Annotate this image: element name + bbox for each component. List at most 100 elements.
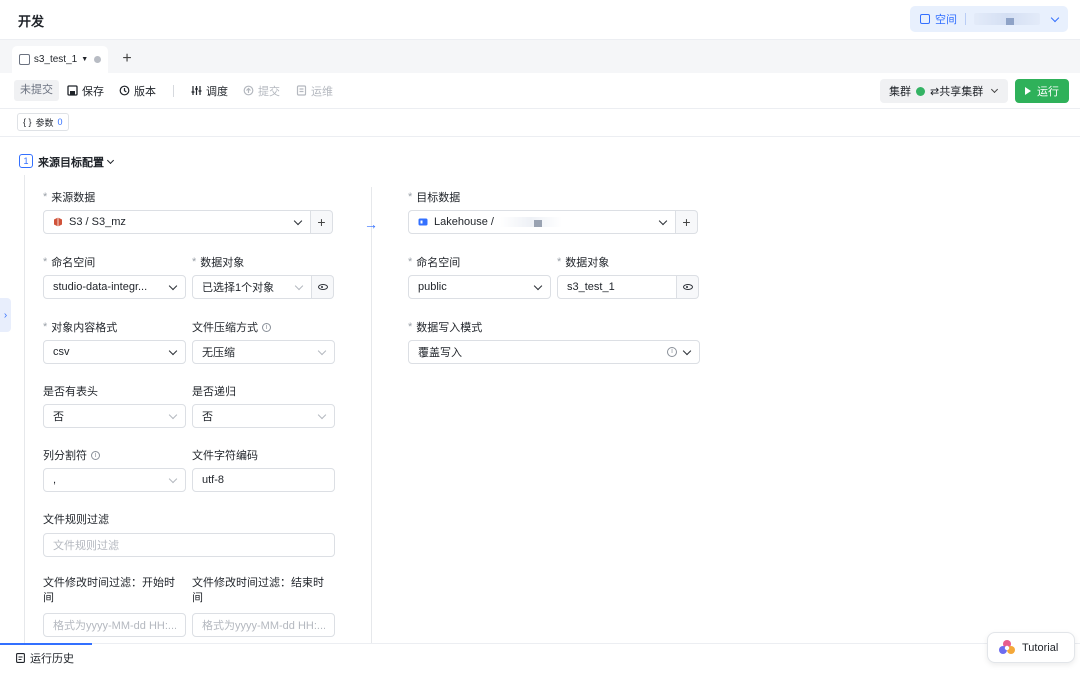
divider <box>965 13 966 25</box>
run-button[interactable]: 运行 <box>1015 79 1069 103</box>
submit-button[interactable]: 提交 <box>243 80 280 101</box>
filter-placeholder: 文件规则过滤 <box>53 540 119 552</box>
lakehouse-icon <box>418 218 428 226</box>
history-icon <box>119 85 130 96</box>
chevron-down-icon <box>317 410 327 419</box>
save-button[interactable]: 保存 <box>67 80 104 101</box>
run-history-tab[interactable]: 运行历史 <box>0 643 92 671</box>
source-namespace-select[interactable]: studio-data-integr... <box>43 275 186 299</box>
compress-value: 无压缩 <box>202 347 235 359</box>
write-mode-value: 覆盖写入 <box>418 347 462 359</box>
target-data-select[interactable]: Lakehouse / <box>408 210 676 234</box>
info-icon: i <box>667 347 677 357</box>
chevron-down-icon <box>682 346 692 355</box>
format-label: * 对象内容格式 <box>43 321 118 334</box>
space-selector[interactable]: 空间 <box>910 6 1068 32</box>
mtime-end-placeholder: 格式为yyyy-MM-dd HH:... <box>202 620 325 632</box>
delimiter-select[interactable]: , <box>43 468 186 492</box>
target-object-input[interactable]: s3_test_1 <box>557 275 677 299</box>
compress-select[interactable]: 无压缩 <box>192 340 335 364</box>
save-icon <box>67 85 78 96</box>
source-data-value: S3 / S3_mz <box>69 216 126 228</box>
tab-label: s3_test_1 <box>33 54 78 65</box>
section-number: 1 <box>19 154 33 168</box>
ops-button[interactable]: 运维 <box>296 80 333 101</box>
chevron-down-icon <box>293 216 303 225</box>
mtime-start-placeholder: 格式为yyyy-MM-dd HH:... <box>53 620 176 632</box>
file-icon <box>19 54 30 65</box>
section-title: 来源目标配置 <box>38 157 104 169</box>
chevron-down-icon <box>168 474 178 483</box>
write-mode-select[interactable]: 覆盖写入 i <box>408 340 700 364</box>
info-icon: i <box>91 450 100 460</box>
schedule-button[interactable]: 调度 <box>191 80 228 101</box>
filter-label: 文件规则过滤 <box>43 514 109 526</box>
source-object-label: * 数据对象 <box>192 256 245 269</box>
column-divider <box>371 187 372 643</box>
add-target-button[interactable]: + <box>676 210 698 234</box>
caret-down-icon[interactable]: ▼ <box>81 56 88 63</box>
encoding-label: 文件字符编码 <box>192 450 258 462</box>
target-namespace-label: * 命名空间 <box>408 256 461 269</box>
chevron-down-icon <box>294 281 304 290</box>
source-data-select[interactable]: S3 / S3_mz <box>43 210 311 234</box>
eye-icon <box>682 284 693 290</box>
chevron-down-icon <box>658 216 668 225</box>
chevron-down-icon <box>168 410 178 419</box>
target-data-value: Lakehouse / <box>434 216 494 228</box>
page-title: 开发 <box>18 14 45 29</box>
space-label: 空间 <box>935 14 957 26</box>
eye-icon <box>317 284 328 290</box>
source-namespace-label: * 命名空间 <box>43 256 96 269</box>
params-count: 0 <box>57 117 63 127</box>
recursive-select[interactable]: 否 <box>192 404 335 428</box>
cluster-value: ⇄共享集群 <box>930 86 984 98</box>
status-ok-icon <box>916 86 925 96</box>
tab-s3-test-1[interactable]: s3_test_1 ▼ <box>12 46 108 73</box>
source-namespace-value: studio-data-integr... <box>53 281 148 293</box>
s3-icon <box>54 217 62 227</box>
chevron-down-icon <box>168 346 178 355</box>
tutorial-logo-icon <box>999 639 1015 654</box>
toolbar-divider <box>173 85 174 97</box>
upload-icon <box>243 85 254 96</box>
encoding-input[interactable]: utf-8 <box>192 468 335 492</box>
target-object-value: s3_test_1 <box>567 281 615 293</box>
chevron-down-icon <box>106 156 115 165</box>
delimiter-value: , <box>53 474 57 486</box>
add-source-button[interactable]: + <box>311 210 333 234</box>
mtime-start-label: 文件修改时间过滤：开始时间 <box>43 577 175 604</box>
encoding-value: utf-8 <box>202 474 225 486</box>
braces-icon: { } <box>23 117 32 127</box>
params-button[interactable]: { } 参数 0 <box>17 113 69 131</box>
filter-input[interactable]: 文件规则过滤 <box>43 533 335 557</box>
document-icon <box>296 85 307 96</box>
tutorial-button[interactable]: Tutorial <box>987 632 1075 663</box>
mtime-end-label: 文件修改时间过滤：结束时间 <box>192 577 324 604</box>
chevron-down-icon <box>168 281 178 290</box>
target-object-label: * 数据对象 <box>557 256 610 269</box>
preview-source-button[interactable] <box>312 275 334 299</box>
arrow-right-icon: → <box>364 216 378 232</box>
recursive-label: 是否递归 <box>192 386 236 398</box>
add-tab-button[interactable]: + <box>120 50 134 68</box>
mtime-end-input[interactable]: 格式为yyyy-MM-dd HH:... <box>192 613 335 637</box>
target-data-label: * 目标数据 <box>408 191 461 204</box>
tab-strip <box>0 40 1080 73</box>
source-object-select[interactable]: 已选择1个对象 <box>192 275 312 299</box>
delimiter-label: 列分割符 i <box>43 447 100 463</box>
version-button[interactable]: 版本 <box>119 80 156 101</box>
format-select[interactable]: csv <box>43 340 186 364</box>
section-rail <box>24 175 25 643</box>
chevron-down-icon <box>1050 13 1060 22</box>
mtime-start-input[interactable]: 格式为yyyy-MM-dd HH:... <box>43 613 186 637</box>
expand-sidebar-button[interactable]: › <box>0 298 11 332</box>
params-row <box>0 110 1080 137</box>
header-select[interactable]: 否 <box>43 404 186 428</box>
target-namespace-value: public <box>418 281 447 293</box>
section-toggle[interactable]: 来源目标配置 <box>38 154 115 170</box>
info-icon: i <box>262 322 271 332</box>
preview-target-button[interactable] <box>677 275 699 299</box>
cluster-selector[interactable]: 集群 ⇄共享集群 <box>880 79 1008 103</box>
target-namespace-select[interactable]: public <box>408 275 551 299</box>
